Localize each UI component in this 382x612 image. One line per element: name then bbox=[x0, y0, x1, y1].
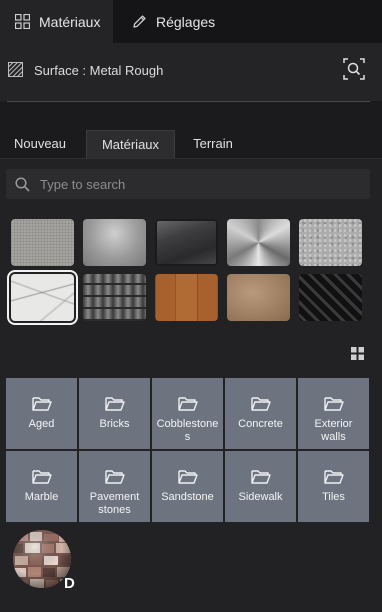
hatch-icon bbox=[8, 62, 23, 77]
material-thumb-rubber-tread[interactable] bbox=[299, 274, 362, 321]
search-box bbox=[6, 169, 370, 199]
folder-icon bbox=[323, 470, 344, 484]
top-tab-label: Matériaux bbox=[39, 13, 101, 30]
top-tab-label: Réglages bbox=[156, 13, 216, 30]
folder-marble[interactable]: Marble bbox=[6, 451, 77, 522]
tab-new[interactable]: Nouveau bbox=[0, 130, 80, 158]
folder-label: Marble bbox=[24, 491, 59, 503]
material-thumb-stucco-grey[interactable] bbox=[299, 219, 362, 266]
material-thumb-marble-white[interactable] bbox=[7, 270, 78, 325]
surface-row: Surface : Metal Rough bbox=[0, 43, 382, 101]
folder-icon bbox=[31, 397, 52, 411]
folder-sidewalk[interactable]: Sidewalk bbox=[225, 451, 296, 522]
pencil-icon bbox=[133, 15, 146, 28]
surface-label: Surface : Metal Rough bbox=[34, 63, 164, 78]
preview-letter: D bbox=[64, 575, 75, 592]
material-thumb-plastic-grey[interactable] bbox=[83, 219, 146, 266]
tab-terrain[interactable]: Terrain bbox=[178, 130, 248, 158]
top-tab-bar: Matériaux Réglages bbox=[0, 0, 382, 43]
folder-concrete[interactable]: Concrete bbox=[225, 378, 296, 449]
thumbnail-view-icon[interactable] bbox=[351, 347, 364, 360]
material-thumb-metal-brushed-radial[interactable] bbox=[227, 219, 290, 266]
folder-icon bbox=[104, 470, 125, 484]
folder-icon bbox=[31, 470, 52, 484]
folder-icon bbox=[177, 470, 198, 484]
spacer bbox=[0, 102, 382, 130]
folder-label: Pavement stones bbox=[89, 491, 140, 516]
folder-label: Sandstone bbox=[161, 491, 214, 503]
library-tabs: Nouveau Matériaux Terrain bbox=[0, 130, 382, 159]
tab-materials[interactable]: Matériaux bbox=[86, 130, 175, 158]
folder-label: Exterior walls bbox=[314, 418, 353, 443]
folder-icon bbox=[323, 397, 344, 411]
folder-label: Sidewalk bbox=[238, 491, 283, 503]
search-icon bbox=[15, 177, 30, 192]
material-thumb-leather-tan[interactable] bbox=[227, 274, 290, 321]
folder-tiles[interactable]: Tiles bbox=[298, 451, 369, 522]
folder-exterior-walls[interactable]: Exterior walls bbox=[298, 378, 369, 449]
folder-aged[interactable]: Aged bbox=[6, 378, 77, 449]
search-input[interactable] bbox=[40, 169, 360, 199]
folder-sandstone[interactable]: Sandstone bbox=[152, 451, 223, 522]
top-tab-materials[interactable]: Matériaux bbox=[0, 0, 113, 43]
material-thumb-metal-dark[interactable] bbox=[155, 219, 218, 266]
top-tab-settings[interactable]: Réglages bbox=[132, 0, 215, 43]
folder-pavement-stones[interactable]: Pavement stones bbox=[79, 451, 150, 522]
folder-bricks[interactable]: Bricks bbox=[79, 378, 150, 449]
folder-icon bbox=[177, 397, 198, 411]
folder-cobblestones[interactable]: Cobblestones bbox=[152, 378, 223, 449]
folder-label: Bricks bbox=[99, 418, 130, 430]
folder-label: Tiles bbox=[322, 491, 345, 503]
material-thumb-wood-parquet[interactable] bbox=[155, 274, 218, 321]
materials-panel: Aged Bricks Cobblestones Concrete Exteri… bbox=[0, 159, 382, 612]
folder-label: Aged bbox=[28, 418, 55, 430]
folder-icon bbox=[250, 470, 271, 484]
material-thumb-roof-tiles-dark[interactable] bbox=[83, 274, 146, 321]
zoom-select-icon[interactable] bbox=[343, 58, 365, 80]
folder-icon bbox=[104, 397, 125, 411]
material-thumb-fabric-linen[interactable] bbox=[11, 219, 74, 266]
folder-icon bbox=[250, 397, 271, 411]
material-sphere-icon bbox=[13, 530, 71, 588]
material-preview[interactable]: D bbox=[12, 529, 75, 592]
folder-label: Cobblestones bbox=[156, 418, 219, 443]
grid-icon bbox=[15, 14, 30, 29]
folder-label: Concrete bbox=[238, 418, 283, 430]
